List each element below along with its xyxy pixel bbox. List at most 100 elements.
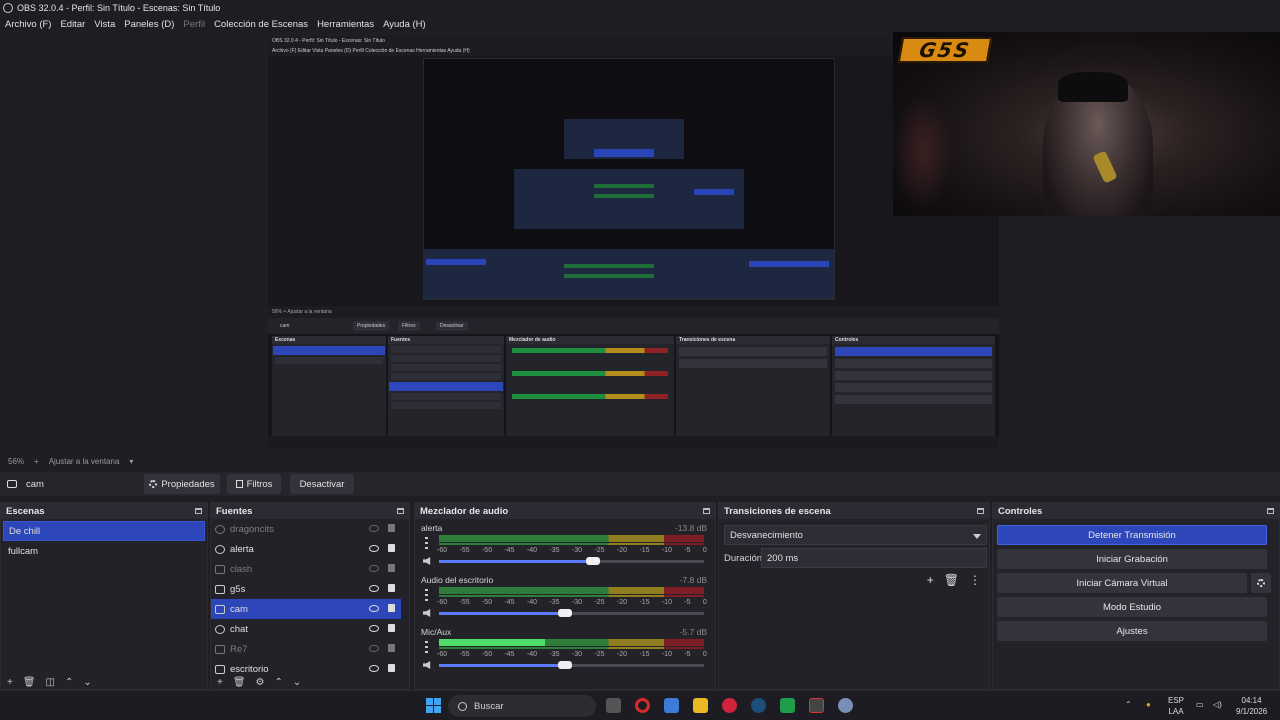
meter-tick-label: -30 [571,651,583,658]
filter-icon[interactable]: ◫ [46,677,55,689]
down-icon[interactable]: ⌄ [83,677,91,689]
stop-stream-button[interactable]: Detener Transmisión [997,525,1267,545]
volume-slider-handle[interactable] [586,557,600,565]
speaker-icon[interactable] [423,609,431,617]
trash-icon[interactable]: 🗑 [944,573,959,587]
eye-hidden-icon[interactable] [369,645,379,652]
source-item[interactable]: alerta [211,539,401,559]
trash-icon[interactable]: 🗑 [23,677,36,689]
up-icon[interactable]: ⌃ [275,677,283,689]
steam-icon[interactable] [751,698,766,713]
source-item[interactable]: dragoncits [211,519,401,539]
store-icon[interactable] [664,698,679,713]
menu-archivo[interactable]: Archivo (F) [5,19,51,30]
deactivate-button[interactable]: Desactivar [290,474,354,494]
lock-icon[interactable] [388,604,395,612]
tray-chevron-icon[interactable]: ⌃ [1125,699,1132,710]
more-icon[interactable] [425,641,428,653]
scene-item[interactable]: De chill [3,521,205,541]
lock-icon[interactable] [388,664,395,672]
menu-ayuda[interactable]: Ayuda (H) [383,19,426,30]
more-icon[interactable]: ⋮ [969,573,981,587]
fit-window-button[interactable]: Ajustar a la ventana [49,457,120,466]
mic-icon[interactable]: ● [1146,699,1151,710]
source-item[interactable]: g5s [211,579,401,599]
add-icon[interactable]: + [7,677,13,689]
menu-herramientas[interactable]: Herramientas [317,19,374,30]
popout-icon[interactable] [977,508,984,514]
add-icon[interactable]: + [927,573,934,587]
globe-icon [215,524,225,534]
lock-icon[interactable] [388,624,395,632]
eye-icon[interactable] [369,625,379,632]
taskbar-search[interactable]: Buscar [448,695,596,717]
more-icon[interactable] [425,537,428,549]
opera-icon[interactable] [635,698,650,713]
duration-input[interactable]: 200 ms [761,548,987,568]
chevron-down-icon[interactable]: ▾ [129,457,133,466]
network-icon[interactable]: ▭ [1196,699,1204,710]
eye-hidden-icon[interactable] [369,565,379,572]
more-icon[interactable] [425,589,428,601]
eye-hidden-icon[interactable] [369,525,379,532]
transition-select[interactable]: Desvanecimiento [724,525,987,545]
mixer-channel: Audio del escritorio -7.8 dB -60 -55 -50 -45-… [419,571,711,623]
preview-canvas[interactable]: OBS 32.0.4 - Perfil: Sin Título - Escena… [268,36,999,448]
source-item[interactable]: cam [211,599,401,619]
source-item[interactable]: chat [211,619,401,639]
menu-coleccion-escenas[interactable]: Colección de Escenas [214,19,308,30]
studio-mode-button[interactable]: Modo Estudio [997,597,1267,617]
lock-icon[interactable] [388,564,395,572]
preview-area[interactable]: OBS 32.0.4 - Perfil: Sin Título - Escena… [0,32,1280,452]
filters-button[interactable]: Filtros [227,474,281,494]
eye-icon[interactable] [369,545,379,552]
virtualcam-settings-button[interactable] [1251,573,1271,593]
task-view-icon[interactable] [606,698,621,713]
lock-icon[interactable] [388,644,395,652]
meter-tick-label: 0 [702,547,707,554]
popout-icon[interactable] [1267,508,1274,514]
properties-button[interactable]: Propiedades [144,474,220,494]
zoom-level[interactable]: 56% [8,457,24,466]
menu-editar[interactable]: Editar [60,19,85,30]
speaker-icon[interactable] [423,661,431,669]
window-icon [215,564,225,574]
up-icon[interactable]: ⌃ [65,677,73,689]
popout-icon[interactable] [195,508,202,514]
settings-app-icon[interactable] [838,698,853,713]
source-item[interactable]: escritorio [211,659,401,679]
lock-icon[interactable] [388,544,395,552]
eye-icon[interactable] [369,605,379,612]
eye-icon[interactable] [369,585,379,592]
start-virtualcam-button[interactable]: Iniciar Cámara Virtual [997,573,1247,593]
windows-start-icon[interactable] [426,698,441,713]
source-item[interactable]: Re7 [211,639,401,659]
menu-paneles[interactable]: Paneles (D) [124,19,174,30]
game-app-icon[interactable] [722,698,737,713]
volume-slider-handle[interactable] [558,661,572,669]
add-icon[interactable]: + [217,677,223,689]
menu-perfil[interactable]: Perfil [183,19,205,30]
zoom-plus-button[interactable]: + [34,457,39,466]
trash-icon[interactable]: 🗑 [233,677,246,689]
start-recording-button[interactable]: Iniciar Grabación [997,549,1267,569]
settings-button[interactable]: Ajustes [997,621,1267,641]
volume-icon[interactable]: ◁) [1213,699,1222,710]
gear-icon[interactable]: ⚙ [256,677,265,689]
menu-vista[interactable]: Vista [94,19,115,30]
obs-taskbar-icon[interactable] [809,698,824,713]
lock-icon[interactable] [388,584,395,592]
folder-icon[interactable] [693,698,708,713]
eye-icon[interactable] [369,665,379,672]
scene-item[interactable]: fullcam [3,541,205,561]
speaker-icon[interactable] [423,557,431,565]
popout-icon[interactable] [397,508,404,514]
popout-icon[interactable] [703,508,710,514]
volume-slider-handle[interactable] [558,609,572,617]
lock-icon[interactable] [388,524,395,532]
clock[interactable]: 04:14 9/1/2026 [1236,695,1267,717]
app-green-icon[interactable] [780,698,795,713]
language-indicator[interactable]: ESP LAA [1168,695,1184,717]
source-item[interactable]: clash [211,559,401,579]
down-icon[interactable]: ⌄ [293,677,301,689]
